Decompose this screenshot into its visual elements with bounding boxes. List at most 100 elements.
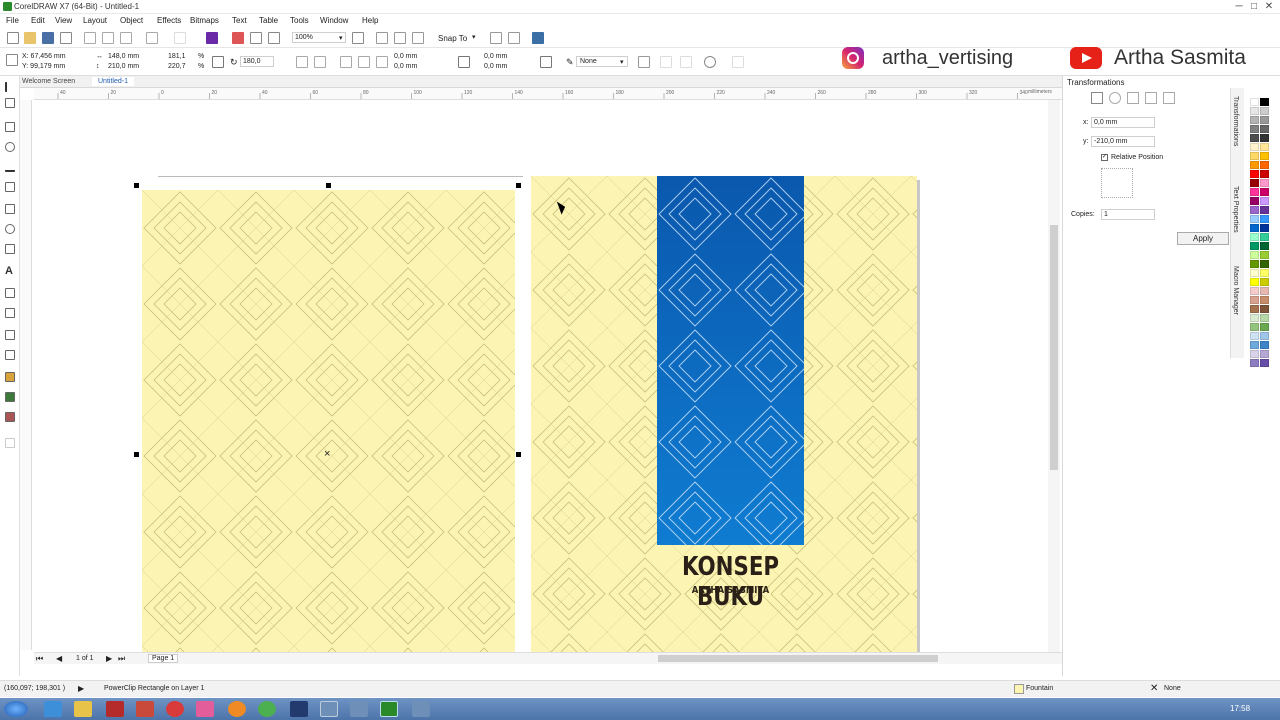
- app-icon-1[interactable]: [136, 701, 154, 717]
- palette-swatch[interactable]: [1260, 233, 1269, 241]
- skew-mode-icon[interactable]: [1163, 92, 1175, 104]
- rectangle-tool-icon[interactable]: [5, 204, 15, 214]
- shape-tool-icon[interactable]: [5, 98, 15, 108]
- drawing-canvas[interactable]: KONSEP BUKU ARTHA SASMITA ×: [34, 100, 1048, 652]
- scale-width-field[interactable]: 181,1: [168, 53, 186, 60]
- to-front-icon[interactable]: [660, 56, 672, 68]
- palette-swatch[interactable]: [1260, 197, 1269, 205]
- last-page-icon[interactable]: ⏭: [118, 654, 125, 664]
- palette-swatch[interactable]: [1260, 161, 1269, 169]
- interactive-fill-tool-icon[interactable]: [5, 392, 15, 402]
- palette-swatch[interactable]: [1260, 179, 1269, 187]
- print-icon[interactable]: [60, 32, 72, 44]
- media-icon[interactable]: [106, 701, 124, 717]
- palette-swatch[interactable]: [1260, 134, 1269, 142]
- chrome-icon[interactable]: [258, 701, 276, 717]
- palette-swatch[interactable]: [1260, 224, 1269, 232]
- close-button[interactable]: ✕: [1262, 1, 1276, 13]
- size-mode-icon[interactable]: [1145, 92, 1157, 104]
- app-icon-3[interactable]: [290, 701, 308, 717]
- palette-swatch[interactable]: [1260, 323, 1269, 331]
- palette-swatch[interactable]: [1250, 224, 1259, 232]
- publish-pdf-icon[interactable]: [268, 32, 280, 44]
- palette-swatch[interactable]: [1260, 116, 1269, 124]
- crop-tool-icon[interactable]: [5, 122, 15, 132]
- selection-handle-tm[interactable]: [326, 183, 331, 188]
- palette-swatch[interactable]: [1250, 215, 1259, 223]
- palette-swatch[interactable]: [1260, 215, 1269, 223]
- zoom-select[interactable]: 100% ▾: [292, 32, 346, 43]
- palette-swatch[interactable]: [1260, 170, 1269, 178]
- artistic-media-tool-icon[interactable]: [5, 182, 15, 192]
- tab-text-properties[interactable]: Text Properties: [1232, 186, 1239, 233]
- menu-layout[interactable]: Layout: [83, 16, 107, 25]
- selection-handle-tr[interactable]: [516, 183, 521, 188]
- rotate-mode-icon[interactable]: [1109, 92, 1121, 104]
- open-icon[interactable]: [24, 32, 36, 44]
- palette-swatch[interactable]: [1250, 107, 1259, 115]
- vertical-scrollbar[interactable]: [1048, 100, 1060, 652]
- palette-swatch[interactable]: [1250, 161, 1259, 169]
- page-tab-1[interactable]: Page 1: [148, 654, 179, 663]
- height-field[interactable]: 210,0 mm: [108, 63, 139, 70]
- cover-title[interactable]: KONSEP BUKU: [651, 552, 809, 612]
- back-cover-page[interactable]: [142, 190, 515, 652]
- menu-tools[interactable]: Tools: [290, 16, 309, 25]
- menu-view[interactable]: View: [55, 16, 72, 25]
- show-grid-icon[interactable]: [394, 32, 406, 44]
- transparency-tool-icon[interactable]: [5, 350, 15, 360]
- drop-shadow-tool-icon[interactable]: [5, 330, 15, 340]
- palette-swatch[interactable]: [1260, 143, 1269, 151]
- cover-blue-panel[interactable]: [657, 176, 804, 545]
- lock-corners-icon[interactable]: [458, 56, 470, 68]
- rotation-center-icon[interactable]: ×: [324, 448, 330, 460]
- palette-swatch[interactable]: [1250, 287, 1259, 295]
- palette-swatch[interactable]: [1250, 242, 1259, 250]
- palette-swatch[interactable]: [1260, 359, 1269, 367]
- palette-swatch[interactable]: [1260, 125, 1269, 133]
- palette-swatch[interactable]: [1250, 125, 1259, 133]
- palette-swatch[interactable]: [1250, 170, 1259, 178]
- smart-fill-tool-icon[interactable]: [5, 412, 15, 422]
- ellipse-tool-icon[interactable]: [5, 224, 15, 234]
- menu-object[interactable]: Object: [120, 16, 143, 25]
- application-launcher-icon[interactable]: [508, 32, 520, 44]
- palette-swatch[interactable]: [1250, 305, 1259, 313]
- start-button[interactable]: [4, 701, 28, 717]
- snap-to-menu[interactable]: Snap To: [438, 34, 467, 43]
- palette-swatch[interactable]: [1250, 179, 1259, 187]
- cover-subtitle[interactable]: ARTHA SASMITA: [648, 585, 812, 596]
- position-mode-icon[interactable]: [1091, 92, 1103, 104]
- palette-swatch[interactable]: [1260, 350, 1269, 358]
- vertical-ruler[interactable]: [20, 100, 32, 650]
- copies-field[interactable]: 1: [1101, 209, 1155, 220]
- maximize-button[interactable]: □: [1247, 1, 1261, 13]
- docker-y-field[interactable]: -210,0 mm: [1091, 136, 1155, 147]
- zoom-tool-icon[interactable]: [5, 142, 15, 152]
- palette-swatch[interactable]: [1250, 278, 1259, 286]
- palette-swatch[interactable]: [1260, 287, 1269, 295]
- vertical-scroll-thumb[interactable]: [1050, 225, 1058, 470]
- app-icon-4[interactable]: [320, 701, 338, 717]
- object-origin-icon[interactable]: [6, 54, 18, 66]
- chamfered-corner-icon[interactable]: [376, 56, 388, 68]
- opera-icon[interactable]: [166, 701, 184, 717]
- customize-toolbox-icon[interactable]: [5, 438, 15, 448]
- palette-swatch[interactable]: [1260, 269, 1269, 277]
- palette-swatch[interactable]: [1250, 269, 1259, 277]
- menu-table[interactable]: Table: [259, 16, 278, 25]
- mirror-horizontal-icon[interactable]: [296, 56, 308, 68]
- explorer-icon[interactable]: [74, 701, 92, 717]
- pick-tool-icon[interactable]: [5, 82, 15, 92]
- text-tool-icon[interactable]: A: [5, 266, 15, 277]
- scalloped-corner-icon[interactable]: [358, 56, 370, 68]
- search-content-icon[interactable]: [206, 32, 218, 44]
- palette-swatch[interactable]: [1250, 98, 1259, 106]
- palette-swatch[interactable]: [1260, 242, 1269, 250]
- palette-swatch[interactable]: [1250, 251, 1259, 259]
- fill-swatch[interactable]: [1014, 684, 1024, 694]
- palette-swatch[interactable]: [1260, 278, 1269, 286]
- lock-ratio-icon[interactable]: [212, 56, 224, 68]
- palette-swatch[interactable]: [1250, 260, 1259, 268]
- options-icon[interactable]: [490, 32, 502, 44]
